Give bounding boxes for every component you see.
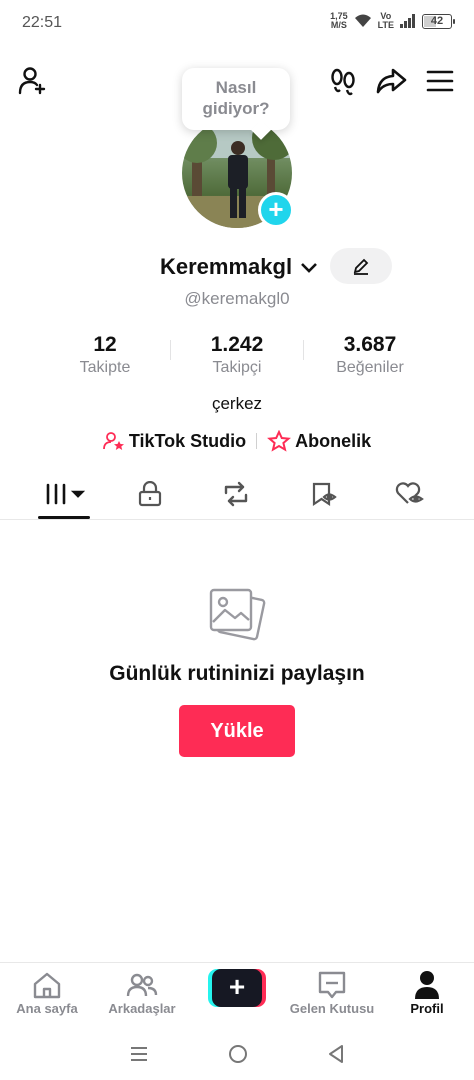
stat-likes[interactable]: 3.687 Beğeniler [322,333,418,377]
upload-button[interactable]: Yükle [179,705,295,757]
wifi-icon [354,14,371,27]
photos-icon [207,586,267,651]
home-button-icon[interactable] [228,1044,248,1064]
divider [256,433,258,449]
add-avatar-button[interactable]: + [258,192,294,228]
tab-private[interactable] [126,478,174,510]
nav-inbox[interactable]: Gelen Kutusu [285,969,379,1016]
inbox-icon [318,971,346,999]
bookmark-hidden-icon [312,482,337,507]
battery-icon: 42 [422,13,455,29]
repost-icon [224,481,248,507]
status-bubble[interactable]: Nasıl gidiyor? [182,68,290,130]
signal-icon [400,14,415,28]
lock-icon [138,481,162,507]
friends-icon [126,973,158,997]
add-friend-icon[interactable] [16,64,50,98]
nav-profile[interactable]: Profil [380,969,474,1016]
grid-icon [46,483,85,505]
tab-reposts[interactable] [212,478,260,510]
profile-icon [415,971,439,999]
nav-home[interactable]: Ana sayfa [0,969,94,1016]
divider [170,340,171,360]
username[interactable]: Keremmakgl [160,254,318,280]
recent-apps-icon[interactable] [129,1045,149,1063]
star-icon [267,430,292,452]
active-tab-indicator [38,516,90,519]
menu-icon[interactable] [423,64,457,98]
pencil-icon [353,258,369,275]
stat-followers[interactable]: 1.242 Takipçi [192,333,282,377]
create-button[interactable]: + [208,969,266,1007]
heart-hidden-icon [395,482,424,504]
status-icons: 1,75 M/S Vo LTE 42 [330,11,455,30]
edit-profile-button[interactable] [330,248,392,284]
handle: @keremakgl0 [184,289,290,308]
home-icon [33,972,61,999]
bottom-nav: Ana sayfa Arkadaşlar + Gelen Kutusu Prof… [0,962,474,1028]
chevron-down-icon [301,263,318,273]
divider [303,340,304,360]
profile-links: TikTok Studio Abonelik [0,430,474,452]
tiktok-studio-link[interactable]: TikTok Studio [102,431,246,452]
content-tabs [0,470,474,520]
status-time: 22:51 [22,14,63,31]
share-icon[interactable] [374,64,408,98]
person-star-icon [102,432,124,450]
empty-state-title: Günlük rutininizi paylaşın [109,662,365,685]
tab-saved[interactable] [300,478,348,510]
bio: çerkez [211,394,263,413]
plus-icon: + [212,969,262,1007]
back-icon[interactable] [327,1044,345,1064]
tab-videos[interactable] [40,478,88,510]
system-navigation [0,1028,474,1080]
tab-liked[interactable] [386,478,434,510]
network-speed: 1,75 M/S [330,11,348,30]
volte-indicator: Vo LTE [377,11,394,30]
footprints-icon[interactable] [326,64,360,98]
nav-friends[interactable]: Arkadaşlar [95,969,189,1016]
stat-following[interactable]: 12 Takipte [60,333,150,377]
subscription-link[interactable]: Abonelik [267,430,371,452]
